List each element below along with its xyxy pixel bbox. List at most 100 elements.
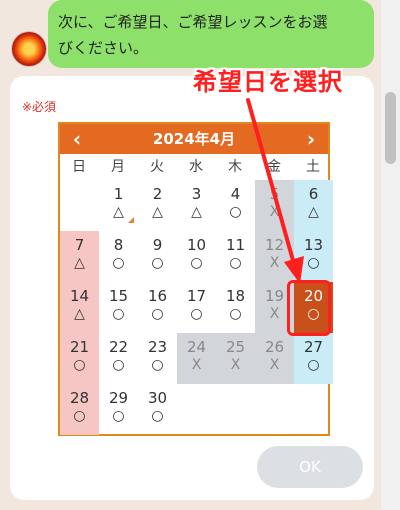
availability-mark: X (269, 255, 280, 271)
availability-mark: ○ (73, 357, 86, 373)
calendar-day-3[interactable]: 3 △ (177, 180, 216, 231)
calendar-day-6[interactable]: 6 △ (294, 180, 333, 231)
availability-mark: ○ (307, 357, 320, 373)
calendar-day-16[interactable]: 16 ○ (138, 282, 177, 333)
availability-mark: △ (74, 255, 85, 271)
day-number: 18 (225, 287, 246, 305)
availability-mark: ○ (112, 255, 125, 271)
calendar-day-11[interactable]: 11 ○ (216, 231, 255, 282)
calendar-day-28[interactable]: 28 ○ (60, 384, 99, 435)
availability-mark: △ (152, 204, 163, 220)
note-corner-icon (128, 217, 134, 223)
calendar-day-27[interactable]: 27 ○ (294, 333, 333, 384)
calendar-day-7[interactable]: 7 △ (60, 231, 99, 282)
day-number: 4 (230, 185, 241, 203)
availability-mark: X (230, 357, 241, 373)
day-number: 8 (113, 236, 124, 254)
day-number: 3 (191, 185, 202, 203)
calendar-day-29[interactable]: 29 ○ (99, 384, 138, 435)
availability-mark: X (269, 357, 280, 373)
weekday-sat: 土 (306, 159, 320, 175)
calendar: 2024年4月 ‹ › 日 月 火 水 木 金 土 1 △ 2 △ 3 △ 4 ○ 5X… (58, 122, 333, 436)
calendar-day-8[interactable]: 8 ○ (99, 231, 138, 282)
day-number: 30 (147, 389, 168, 407)
required-label: ※必須 (22, 100, 57, 114)
availability-mark: X (191, 357, 202, 373)
day-number: 25 (225, 338, 246, 356)
weekday-wed: 水 (189, 159, 203, 175)
calendar-day-24: 24 X (177, 333, 216, 384)
chat-bubble: 次に、ご希望日、ご希望レッスンをお選 びください。 (48, 0, 374, 68)
availability-mark: ○ (190, 306, 203, 322)
ok-button[interactable]: OK (257, 446, 363, 488)
availability-mark: ○ (229, 204, 242, 220)
scrollbar-track[interactable] (381, 0, 400, 510)
calendar-day-13[interactable]: 13 ○ (294, 231, 333, 282)
weekday-fri: 金 (267, 159, 281, 175)
day-number: 12 (264, 236, 285, 254)
next-month-chevron-icon[interactable]: › (296, 124, 326, 154)
calendar-day-5: 5X (255, 180, 294, 231)
prev-month-chevron-icon[interactable]: ‹ (62, 124, 92, 154)
day-number: 5 (269, 185, 280, 203)
calendar-day-4[interactable]: 4 ○ (216, 180, 255, 231)
calendar-month-title: 2024年4月 (152, 130, 236, 148)
day-number: 9 (152, 236, 163, 254)
calendar-day-18[interactable]: 18 ○ (216, 282, 255, 333)
availability-mark: ○ (112, 357, 125, 373)
availability-mark: ○ (151, 408, 164, 424)
day-number: 11 (225, 236, 246, 254)
day-number: 28 (69, 389, 90, 407)
day-number: 15 (108, 287, 129, 305)
availability-mark: ○ (112, 408, 125, 424)
availability-mark: ○ (307, 255, 320, 271)
calendar-day-10[interactable]: 10 ○ (177, 231, 216, 282)
day-number: 21 (69, 338, 90, 356)
weekday-header-row: 日 月 火 水 木 金 土 (60, 156, 328, 180)
calendar-day-15[interactable]: 15 ○ (99, 282, 138, 333)
weekday-sun: 日 (72, 159, 86, 175)
bot-avatar (12, 32, 46, 66)
day-number: 6 (308, 185, 319, 203)
day-number: 16 (147, 287, 168, 305)
calendar-day-17[interactable]: 17 ○ (177, 282, 216, 333)
day-number: 29 (108, 389, 129, 407)
day-number: 10 (186, 236, 207, 254)
calendar-day-26: 26 X (255, 333, 294, 384)
day-number: 7 (74, 236, 85, 254)
weekday-tue: 火 (150, 159, 164, 175)
availability-mark: △ (191, 204, 202, 220)
availability-mark: ○ (151, 255, 164, 271)
calendar-day-2[interactable]: 2 △ (138, 180, 177, 231)
calendar-day-30[interactable]: 30 ○ (138, 384, 177, 435)
availability-mark: X (269, 204, 280, 220)
availability-mark: ○ (190, 255, 203, 271)
availability-mark: △ (308, 204, 319, 220)
availability-mark: ○ (73, 408, 86, 424)
weekday-mon: 月 (111, 159, 125, 175)
calendar-day-25: 25 X (216, 333, 255, 384)
calendar-day-21[interactable]: 21 ○ (60, 333, 99, 384)
calendar-day-23[interactable]: 23 ○ (138, 333, 177, 384)
availability-mark: ○ (229, 306, 242, 322)
calendar-day-9[interactable]: 9 ○ (138, 231, 177, 282)
day-number: 26 (264, 338, 285, 356)
calendar-day-22[interactable]: 22 ○ (99, 333, 138, 384)
day-number: 22 (108, 338, 129, 356)
availability-mark: ○ (112, 306, 125, 322)
day-number: 2 (152, 185, 163, 203)
day-number: 14 (69, 287, 90, 305)
calendar-header: 2024年4月 ‹ › (60, 124, 328, 154)
availability-mark: ○ (151, 306, 164, 322)
annotation-text: 希望日を選択 (193, 68, 343, 96)
day-number: 17 (186, 287, 207, 305)
calendar-day-1[interactable]: 1 △ (99, 180, 138, 231)
day-number: 27 (303, 338, 324, 356)
availability-mark: ○ (151, 357, 164, 373)
selection-highlight-box (287, 280, 331, 336)
day-number: 24 (186, 338, 207, 356)
scrollbar-thumb[interactable] (385, 92, 396, 164)
calendar-day-14[interactable]: 14 △ (60, 282, 99, 333)
day-number: 13 (303, 236, 324, 254)
availability-mark: △ (74, 306, 85, 322)
